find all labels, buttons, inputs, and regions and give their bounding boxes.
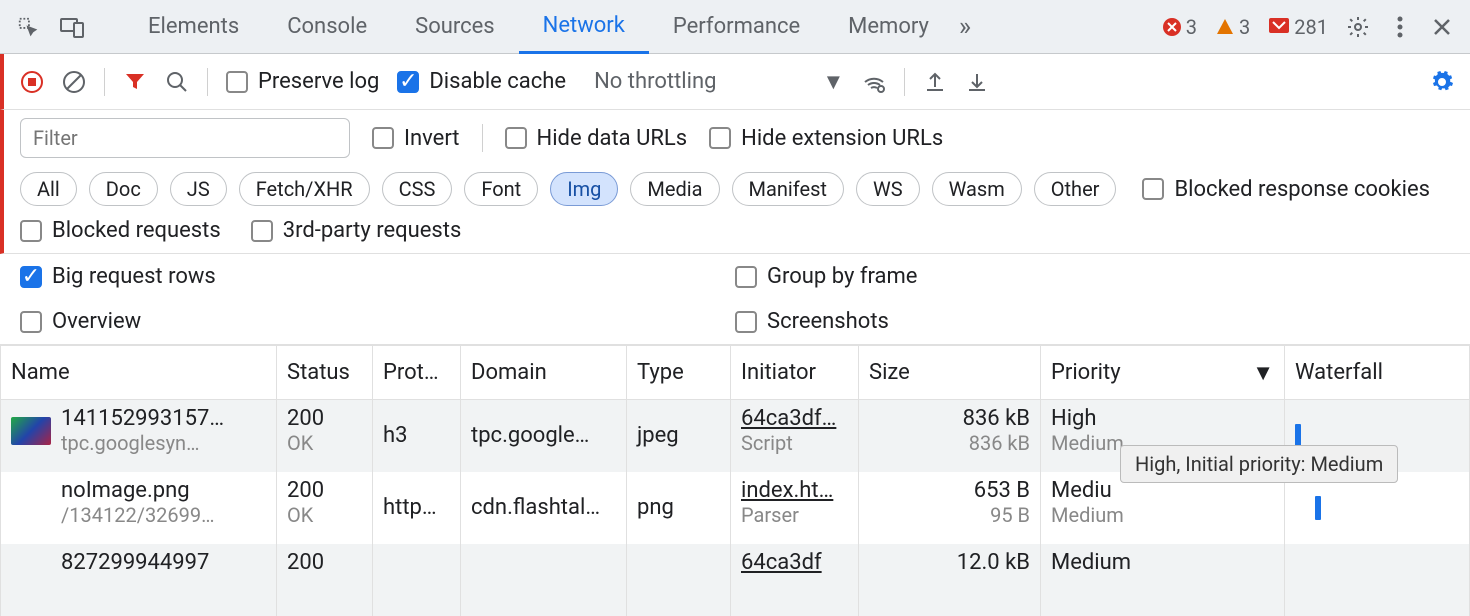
more-tabs-icon[interactable]: » <box>953 15 977 39</box>
pill-all[interactable]: All <box>20 172 77 206</box>
kebab-icon[interactable] <box>1388 15 1412 39</box>
tab-network[interactable]: Network <box>519 0 649 54</box>
network-conditions-icon[interactable] <box>862 70 886 94</box>
col-type[interactable]: Type <box>627 346 731 400</box>
search-icon[interactable] <box>165 70 189 94</box>
device-toggle-icon[interactable] <box>60 15 84 39</box>
settings-gear-icon[interactable] <box>1430 70 1454 94</box>
filter-icon[interactable] <box>123 70 147 94</box>
tab-elements[interactable]: Elements <box>124 0 263 54</box>
record-icon[interactable] <box>20 70 44 94</box>
close-icon[interactable] <box>1430 15 1454 39</box>
tab-sources[interactable]: Sources <box>391 0 519 54</box>
requests-table-wrap: Name Status Prot… Domain Type Initiator … <box>0 345 1470 616</box>
tab-performance[interactable]: Performance <box>649 0 824 54</box>
view-options: ✓Big request rows Group by frame Overvie… <box>0 254 1470 345</box>
tab-memory[interactable]: Memory <box>824 0 953 54</box>
inspect-icon[interactable] <box>16 15 40 39</box>
hide-extension-urls-checkbox[interactable]: Hide extension URLs <box>709 126 943 151</box>
col-name[interactable]: Name <box>1 346 277 400</box>
disable-cache-checkbox[interactable]: ✓ Disable cache <box>397 69 566 94</box>
chevron-down-icon: ▼ <box>822 69 844 95</box>
col-protocol[interactable]: Prot… <box>373 346 461 400</box>
preserve-log-checkbox[interactable]: Preserve log <box>226 69 379 94</box>
pill-media[interactable]: Media <box>630 172 719 206</box>
waterfall-bar <box>1315 496 1321 520</box>
pill-font[interactable]: Font <box>464 172 538 206</box>
filter-input[interactable] <box>20 118 350 158</box>
extra-filters-row: Blocked requests 3rd-party requests <box>0 212 1470 254</box>
col-status[interactable]: Status <box>277 346 373 400</box>
warning-count[interactable]: 3 <box>1215 15 1250 39</box>
clear-icon[interactable] <box>62 70 86 94</box>
priority-tooltip: High, Initial priority: Medium <box>1120 445 1398 483</box>
third-party-checkbox[interactable]: 3rd-party requests <box>251 218 462 243</box>
devtools-tabs-bar: Elements Console Sources Network Perform… <box>0 0 1470 54</box>
pill-other[interactable]: Other <box>1034 172 1117 206</box>
pill-doc[interactable]: Doc <box>89 172 158 206</box>
overview-checkbox[interactable]: Overview <box>20 309 735 334</box>
message-count[interactable]: 281 <box>1268 15 1328 39</box>
table-row[interactable]: 827299944997 200 64ca3df 12.0 kB Medium <box>1 544 1470 616</box>
sort-desc-icon: ▼ <box>1252 360 1274 386</box>
throttling-select[interactable]: No throttling ▼ <box>594 69 844 95</box>
screenshots-checkbox[interactable]: Screenshots <box>735 309 1450 334</box>
gear-icon[interactable] <box>1346 15 1370 39</box>
col-waterfall[interactable]: Waterfall <box>1285 346 1470 400</box>
pill-js[interactable]: JS <box>170 172 227 206</box>
upload-icon[interactable] <box>923 70 947 94</box>
type-filter-pills: All Doc JS Fetch/XHR CSS Font Img Media … <box>0 166 1470 212</box>
pill-img[interactable]: Img <box>550 172 618 206</box>
blocked-cookies-checkbox[interactable]: Blocked response cookies <box>1142 177 1430 202</box>
error-count[interactable]: 3 <box>1162 15 1197 39</box>
thumbnail-icon <box>11 417 51 445</box>
tab-console[interactable]: Console <box>263 0 391 54</box>
big-rows-checkbox[interactable]: ✓Big request rows <box>20 264 735 289</box>
table-header-row: Name Status Prot… Domain Type Initiator … <box>1 346 1470 400</box>
col-initiator[interactable]: Initiator <box>731 346 859 400</box>
col-size[interactable]: Size <box>859 346 1041 400</box>
download-icon[interactable] <box>965 70 989 94</box>
pill-ws[interactable]: WS <box>856 172 920 206</box>
network-toolbar: Preserve log ✓ Disable cache No throttli… <box>0 54 1470 110</box>
hide-data-urls-checkbox[interactable]: Hide data URLs <box>505 126 688 151</box>
col-domain[interactable]: Domain <box>461 346 627 400</box>
invert-checkbox[interactable]: Invert <box>372 126 460 151</box>
col-priority[interactable]: Priority▼ <box>1041 346 1285 400</box>
filter-row: Invert Hide data URLs Hide extension URL… <box>0 110 1470 166</box>
pill-css[interactable]: CSS <box>382 172 453 206</box>
pill-fetchxhr[interactable]: Fetch/XHR <box>239 172 370 206</box>
group-by-frame-checkbox[interactable]: Group by frame <box>735 264 1450 289</box>
pill-manifest[interactable]: Manifest <box>732 172 844 206</box>
pill-wasm[interactable]: Wasm <box>932 172 1022 206</box>
blocked-requests-checkbox[interactable]: Blocked requests <box>20 218 221 243</box>
